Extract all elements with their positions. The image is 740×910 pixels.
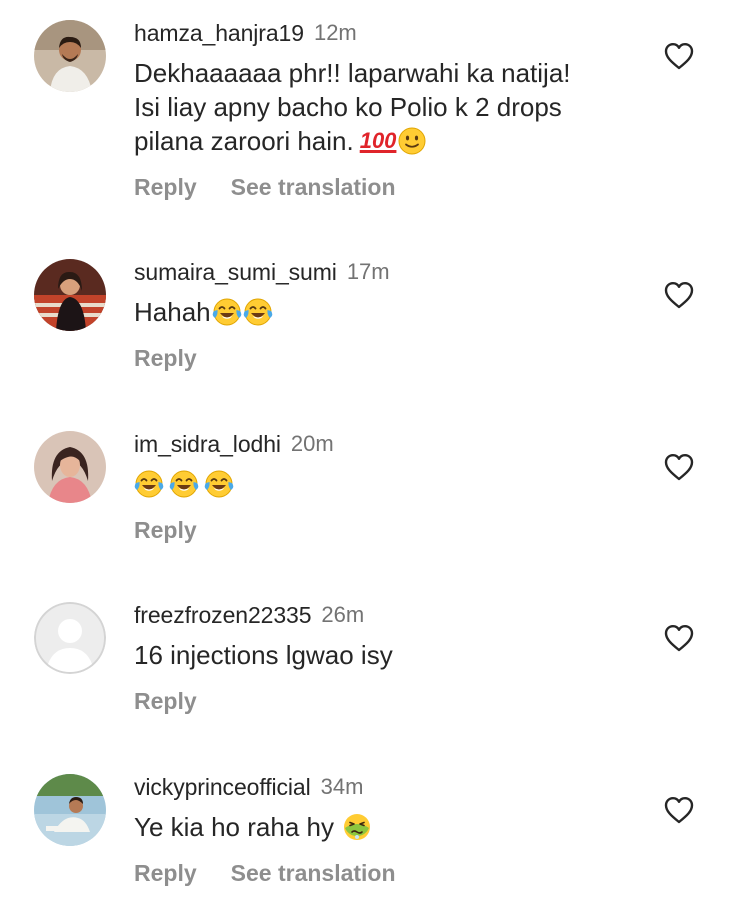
comment-text	[134, 467, 654, 501]
comment-item: hamza_hanjra19 12m Dekhaaaaaa phr!! lapa…	[0, 18, 740, 218]
comment-timestamp: 34m	[320, 774, 364, 799]
heart-outline-icon[interactable]	[664, 42, 694, 70]
comment-timestamp: 12m	[313, 20, 357, 45]
see-translation-button[interactable]: See translation	[231, 860, 396, 887]
see-translation-button[interactable]: See translation	[231, 174, 396, 201]
comment-text: Hahah	[134, 295, 654, 329]
face-with-tears-of-joy-emoji	[212, 297, 242, 327]
comment-text-line: Dekhaaaaaa phr!! laparwahi ka natija!	[134, 58, 571, 88]
comment-text: 16 injections lgwao isy	[134, 640, 393, 670]
comment-item: im_sidra_lodhi 20m Reply	[0, 429, 740, 559]
comment-item: vickyprinceofficial 34m Ye kia ho raha h…	[0, 772, 740, 902]
heart-outline-icon[interactable]	[664, 624, 694, 652]
avatar[interactable]	[34, 431, 106, 503]
user-photo-avatar-icon	[34, 20, 106, 92]
heart-outline-icon[interactable]	[664, 281, 694, 309]
face-with-tears-of-joy-emoji	[204, 469, 234, 499]
reply-button[interactable]: Reply	[134, 174, 197, 201]
avatar[interactable]	[34, 602, 106, 674]
comment-username[interactable]: vickyprinceofficial	[134, 774, 311, 801]
slightly-smiling-face-emoji	[397, 126, 427, 156]
comment-item: sumaira_sumi_sumi 17m Hahah Reply	[0, 257, 740, 387]
comment-timestamp: 26m	[321, 602, 365, 627]
avatar[interactable]	[34, 259, 106, 331]
comment-username[interactable]: hamza_hanjra19	[134, 20, 304, 47]
comment-text-fragment: Hahah	[134, 297, 211, 327]
heart-outline-icon[interactable]	[664, 453, 694, 481]
face-with-tears-of-joy-emoji	[169, 469, 199, 499]
comment-item: freezfrozen22335 26m 16 injections lgwao…	[0, 600, 740, 730]
reply-button[interactable]: Reply	[134, 860, 197, 887]
reply-button[interactable]: Reply	[134, 688, 197, 715]
comment-username[interactable]: im_sidra_lodhi	[134, 431, 281, 458]
comment-text-fragment: Ye kia ho raha hy	[134, 812, 334, 842]
default-avatar-icon	[34, 602, 106, 674]
user-photo-avatar-icon	[34, 431, 106, 503]
comment-text-line: Isi liay apny bacho ko Polio k 2 drops	[134, 92, 562, 122]
face-with-tears-of-joy-emoji	[134, 469, 164, 499]
comments-list: hamza_hanjra19 12m Dekhaaaaaa phr!! lapa…	[0, 0, 740, 910]
comment-username[interactable]: freezfrozen22335	[134, 602, 312, 629]
user-photo-avatar-icon	[34, 774, 106, 846]
comment-timestamp: 17m	[346, 259, 390, 284]
reply-button[interactable]: Reply	[134, 517, 197, 544]
comment-text: Dekhaaaaaa phr!! laparwahi ka natija! Is…	[134, 56, 654, 158]
comment-text-fragment: pilana zaroori hain.	[134, 126, 354, 156]
heart-outline-icon[interactable]	[664, 796, 694, 824]
comment-timestamp: 20m	[290, 431, 334, 456]
face-with-tears-of-joy-emoji	[243, 297, 273, 327]
avatar[interactable]	[34, 774, 106, 846]
avatar[interactable]	[34, 20, 106, 92]
reply-button[interactable]: Reply	[134, 345, 197, 372]
comment-text: Ye kia ho raha hy	[134, 810, 654, 844]
user-photo-avatar-icon	[34, 259, 106, 331]
comment-text-line: pilana zaroori hain. 100	[134, 124, 654, 158]
nauseated-face-emoji	[342, 812, 372, 842]
hundred-points-emoji: 100	[359, 128, 397, 153]
comment-username[interactable]: sumaira_sumi_sumi	[134, 259, 337, 286]
